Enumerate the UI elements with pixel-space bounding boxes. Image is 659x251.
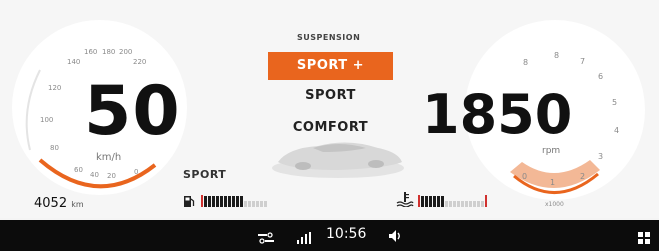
- app-grid-icon[interactable]: [638, 229, 650, 248]
- fuel-bar-segment: [204, 196, 207, 207]
- suspension-option-sport-plus[interactable]: SPORT +: [268, 52, 393, 80]
- speed-tick: 100: [40, 116, 54, 124]
- rpm-tick: 4: [614, 126, 620, 135]
- fuel-bar-segment: [224, 196, 227, 207]
- fuel-bar-segment: [248, 201, 251, 207]
- rpm-tick: 7: [580, 57, 586, 66]
- fuel-bar-segment: [232, 196, 235, 207]
- suspension-option-sport[interactable]: SPORT: [268, 82, 393, 110]
- fuel-bar-segment: [240, 196, 243, 207]
- rpm-unit: rpm: [542, 146, 561, 156]
- coolant-temperature-icon: [396, 191, 414, 211]
- odometer-unit: km: [71, 200, 84, 209]
- rpm-tick: 6: [598, 72, 604, 81]
- rpm-tick: 1: [550, 178, 556, 187]
- fuel-bar-segment: [212, 196, 215, 207]
- coolant-level-bar: [418, 195, 487, 207]
- rpm-tick: 8: [523, 58, 529, 67]
- coolant-bar-segment: [437, 196, 440, 207]
- instrument-cluster: 140 160 180 200 220 120 100 80 60 40 20 …: [0, 0, 659, 218]
- rpm-tick: 2: [580, 172, 586, 181]
- speed-unit: km/h: [96, 152, 122, 163]
- speed-tick: 140: [67, 58, 81, 66]
- fuel-bar-segment: [252, 201, 255, 207]
- volume-icon[interactable]: [388, 228, 402, 247]
- coolant-bar-segment: [441, 196, 444, 207]
- coolant-bar-segment: [453, 201, 456, 207]
- rpm-tick: 3: [598, 152, 604, 161]
- rpm-tick: 8: [554, 51, 560, 60]
- coolant-bar-segment: [481, 201, 484, 207]
- coolant-bar-cap: [418, 195, 420, 207]
- rpm-tick: 0: [522, 172, 528, 181]
- signal-strength-icon: [297, 229, 311, 248]
- fuel-bar-segment: [216, 196, 219, 207]
- car-illustration: [272, 142, 404, 178]
- fuel-bar-segment: [260, 201, 263, 207]
- speed-tick: 80: [50, 144, 59, 152]
- coolant-bar-segment: [449, 201, 452, 207]
- speed-tick: 180: [102, 48, 116, 56]
- fuel-bar-segment: [244, 201, 247, 207]
- speed-tick: 120: [48, 84, 62, 92]
- status-bar: 10:56: [0, 220, 659, 251]
- fuel-bar-segment: [236, 196, 239, 207]
- coolant-bar-segment: [421, 196, 424, 207]
- steering-assist-icon[interactable]: [258, 229, 274, 248]
- coolant-bar-segment: [469, 201, 472, 207]
- speed-tick: 40: [90, 171, 99, 179]
- suspension-title: SUSPENSION: [297, 33, 361, 42]
- speed-tick: 220: [133, 58, 147, 66]
- coolant-bar-segment: [457, 201, 460, 207]
- speed-tick: 0: [134, 168, 139, 176]
- rpm-tick: 5: [612, 98, 618, 107]
- speed-tick: 20: [107, 172, 116, 180]
- fuel-bar-cap: [201, 195, 203, 207]
- coolant-bar-cap: [485, 195, 487, 207]
- odometer: 4052 km: [34, 196, 84, 211]
- coolant-bar-segment: [429, 196, 432, 207]
- odometer-value: 4052: [34, 196, 68, 211]
- fuel-pump-icon: [183, 193, 195, 212]
- coolant-bar-segment: [461, 201, 464, 207]
- fuel-bar-segment: [220, 196, 223, 207]
- drive-mode-label: SPORT: [183, 168, 227, 181]
- speed-tick: 60: [74, 166, 83, 174]
- speed-tick: 160: [84, 48, 98, 56]
- coolant-bar-segment: [473, 201, 476, 207]
- coolant-bar-segment: [433, 196, 436, 207]
- coolant-bar-segment: [465, 201, 468, 207]
- rpm-readout: 1850: [422, 83, 573, 146]
- speed-readout: 50: [84, 72, 181, 151]
- coolant-bar-segment: [445, 201, 448, 207]
- rpm-multiplier: x1000: [545, 201, 564, 208]
- fuel-bar-segment: [228, 196, 231, 207]
- coolant-bar-segment: [477, 201, 480, 207]
- fuel-level-bar: [201, 195, 267, 207]
- fuel-bar-segment: [208, 196, 211, 207]
- fuel-bar-segment: [264, 201, 267, 207]
- clock: 10:56: [326, 226, 367, 242]
- coolant-bar-segment: [425, 196, 428, 207]
- speed-tick: 200: [119, 48, 133, 56]
- fuel-bar-segment: [256, 201, 259, 207]
